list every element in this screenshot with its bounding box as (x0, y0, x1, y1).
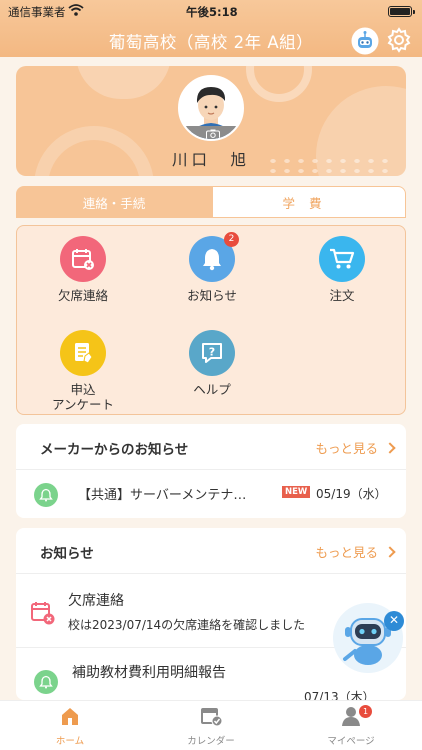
profile-card: 川口 旭 (16, 66, 406, 176)
clock: 午後5:18 (186, 5, 238, 19)
calendar-check-icon (201, 708, 223, 727)
menu-item-label: 欠席連絡 (57, 288, 108, 303)
bottom-nav: ホーム カレンダー 1 マイページ (0, 700, 422, 750)
menu-icon-bg (60, 330, 106, 376)
menu-grid: 欠席連絡 2 お知らせ 注文 申込 アンケート ? ヘルプ (16, 225, 406, 415)
notice-title: 補助教材費利用明細報告 (72, 665, 226, 681)
app-header: 通信事業者 午後5:18 葡萄高校（高校 2年 A組） (0, 0, 422, 57)
notification-count-badge: 2 (224, 232, 239, 247)
card-header: メーカーからのお知らせ もっと見る (16, 424, 406, 470)
home-icon (62, 708, 78, 725)
calendar-absence-icon (31, 602, 55, 625)
nav-item-mypage[interactable]: 1 マイページ (281, 705, 421, 747)
status-bar: 通信事業者 午後5:18 (0, 3, 422, 21)
menu-item-order[interactable]: 注文 (292, 236, 392, 303)
menu-item-label: 注文 (329, 288, 355, 303)
battery-icon (388, 6, 415, 17)
menu-icon-bg (60, 236, 106, 282)
news-item-title: 【共通】サーバーメンテナ… (78, 488, 247, 503)
svg-text:?: ? (209, 346, 215, 359)
carrier-label: 通信事業者 (8, 5, 66, 19)
menu-icon-bg: ? (189, 330, 235, 376)
nav-label: カレンダー (187, 736, 235, 747)
menu-item-label: 申込 アンケート (51, 382, 114, 412)
menu-icon-bg (319, 236, 365, 282)
nav-label: ホーム (55, 736, 85, 747)
maker-news-more-link[interactable]: もっと見る (315, 438, 396, 457)
mypage-badge: 1 (359, 705, 372, 718)
cart-icon (330, 248, 355, 269)
tab-tuition[interactable]: 学費 (212, 186, 406, 218)
notice-title: 欠席連絡 (68, 593, 124, 609)
chevron-right-icon (384, 546, 396, 558)
nav-label: マイページ (327, 736, 375, 747)
tab-contact-procedures[interactable]: 連絡・手続 (16, 186, 212, 218)
menu-item-label: お知らせ (187, 288, 237, 303)
card-header: お知らせ もっと見る (16, 528, 406, 574)
bell-icon (203, 249, 221, 271)
card-title: メーカーからのお知らせ (40, 442, 189, 458)
chevron-right-icon (384, 442, 396, 454)
student-name: 川口 旭 (171, 151, 250, 169)
menu-item-label: ヘルプ (193, 382, 231, 397)
menu-item-help[interactable]: ? ヘルプ (162, 330, 262, 397)
bell-icon (34, 670, 58, 694)
more-label: もっと見る (315, 441, 378, 456)
menu-item-application-survey[interactable]: 申込 アンケート (33, 330, 133, 412)
news-item-date: 05/19（水） (316, 487, 387, 501)
close-icon[interactable]: ✕ (384, 611, 404, 631)
menu-item-notices[interactable]: 2 お知らせ (162, 232, 262, 303)
wifi-icon (68, 4, 84, 16)
new-badge: NEW (282, 486, 311, 498)
calendar-absence-icon (72, 249, 94, 270)
menu-icon-bg: 2 (189, 232, 239, 282)
more-label: もっと見る (315, 545, 378, 560)
gear-icon[interactable] (386, 27, 412, 53)
nav-item-home[interactable]: ホーム (0, 705, 140, 747)
avatar[interactable] (178, 75, 244, 141)
menu-item-absence[interactable]: 欠席連絡 (33, 236, 133, 303)
card-title: お知らせ (40, 546, 94, 562)
robot-icon[interactable] (351, 27, 379, 55)
tab-bar: 連絡・手続 学費 (16, 186, 406, 218)
list-item[interactable]: 【共通】サーバーメンテナ… NEW 05/19（水） (16, 470, 406, 518)
bell-icon (34, 483, 58, 507)
help-icon: ? (202, 343, 222, 363)
maker-news-card: メーカーからのお知らせ もっと見る 【共通】サーバーメンテナ… NEW 05/1… (16, 424, 406, 518)
form-icon (75, 343, 93, 364)
camera-icon[interactable] (206, 129, 220, 140)
notice-body: 校は2023/07/14の欠席連絡を確認しました (68, 618, 306, 632)
nav-item-calendar[interactable]: カレンダー (141, 705, 281, 747)
notices-more-link[interactable]: もっと見る (315, 542, 396, 561)
